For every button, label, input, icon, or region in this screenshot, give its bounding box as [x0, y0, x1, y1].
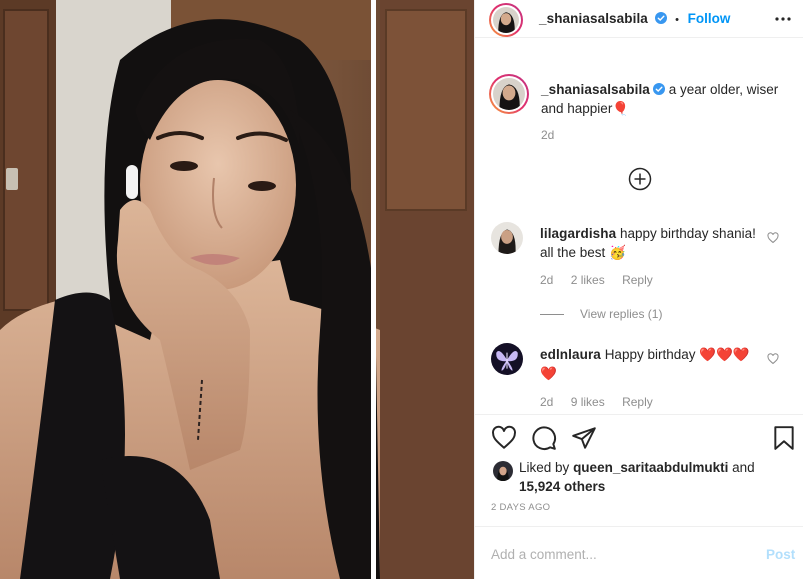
- comment-likes-count[interactable]: 2 likes: [571, 273, 605, 287]
- liked-by-prefix: Liked by: [519, 460, 570, 475]
- post-date[interactable]: 2 DAYS AGO: [491, 502, 550, 513]
- comment-username[interactable]: edlnlaura: [540, 347, 601, 362]
- author-info: _shaniasalsabila • Follow: [539, 11, 730, 26]
- liker-avatar[interactable]: [493, 461, 513, 481]
- author-username[interactable]: _shaniasalsabila: [539, 11, 648, 26]
- commenter-avatar[interactable]: [491, 343, 523, 375]
- comment-username[interactable]: lilagardisha: [540, 226, 616, 241]
- instagram-post: _shaniasalsabila • Follow _shaniasalsabi…: [0, 0, 803, 579]
- follow-button[interactable]: Follow: [688, 11, 731, 26]
- comment-timestamp[interactable]: 2d: [540, 273, 553, 287]
- comment-timestamp[interactable]: 2d: [540, 395, 553, 409]
- more-options-icon[interactable]: [774, 10, 792, 28]
- share-icon[interactable]: [571, 425, 597, 451]
- verified-badge-icon: [652, 83, 665, 95]
- caption-username[interactable]: _shaniasalsabila: [541, 82, 650, 97]
- comment-reply-button[interactable]: Reply: [622, 273, 653, 287]
- comment-likes-count[interactable]: 9 likes: [571, 395, 605, 409]
- replies-divider: [540, 314, 564, 316]
- post-comment-button[interactable]: Post: [766, 547, 795, 562]
- verified-badge-icon: [654, 12, 667, 24]
- view-replies-button[interactable]: View replies (1): [540, 307, 662, 321]
- comment-input[interactable]: Add a comment...: [491, 547, 597, 562]
- header-separator: •: [675, 14, 680, 26]
- comment-item: edlnlaura Happy birthday ❤️❤️❤️❤️ 2d 9 l…: [491, 343, 791, 413]
- liker-username[interactable]: queen_saritaabdulmukti: [573, 460, 728, 475]
- caption-timestamp[interactable]: 2d: [541, 128, 554, 142]
- author-avatar[interactable]: [489, 3, 523, 37]
- comment-icon[interactable]: [531, 425, 557, 451]
- likes-others-count[interactable]: 15,924 others: [519, 479, 605, 494]
- caption-avatar[interactable]: [489, 74, 529, 114]
- comment-text-block: lilagardisha happy birthday shania! all …: [540, 224, 760, 262]
- comment-text-block: edlnlaura Happy birthday ❤️❤️❤️❤️: [540, 345, 760, 383]
- actions-divider: [474, 414, 803, 415]
- bookmark-icon[interactable]: [771, 425, 797, 451]
- post-photo-illustration: [0, 0, 474, 579]
- comment-reply-button[interactable]: Reply: [622, 395, 653, 409]
- avatar-image: [493, 78, 525, 110]
- comment-like-heart-icon[interactable]: [767, 232, 779, 244]
- load-more-comments-icon[interactable]: [628, 167, 652, 191]
- comment-like-heart-icon[interactable]: [767, 353, 779, 365]
- caption-text-block: _shaniasalsabila a year older, wiser and…: [541, 80, 791, 118]
- heart-icon[interactable]: [491, 425, 517, 451]
- avatar-image: [491, 343, 523, 375]
- likes-summary: Liked by queen_saritaabdulmukti and 15,9…: [519, 458, 789, 496]
- comment-meta: 2d 9 likes Reply: [540, 395, 667, 409]
- comment-composer: Add a comment... Post: [474, 526, 803, 579]
- avatar-image: [493, 461, 513, 481]
- post-photo[interactable]: [0, 0, 474, 579]
- comment-item: lilagardisha happy birthday shania! all …: [491, 222, 791, 302]
- post-header: _shaniasalsabila • Follow: [475, 0, 803, 38]
- view-replies-label: View replies (1): [580, 307, 663, 321]
- liked-by-and: and: [732, 460, 755, 475]
- comment-meta: 2d 2 likes Reply: [540, 273, 667, 287]
- avatar-image: [491, 222, 523, 254]
- avatar-image: [493, 7, 519, 33]
- commenter-avatar[interactable]: [491, 222, 523, 254]
